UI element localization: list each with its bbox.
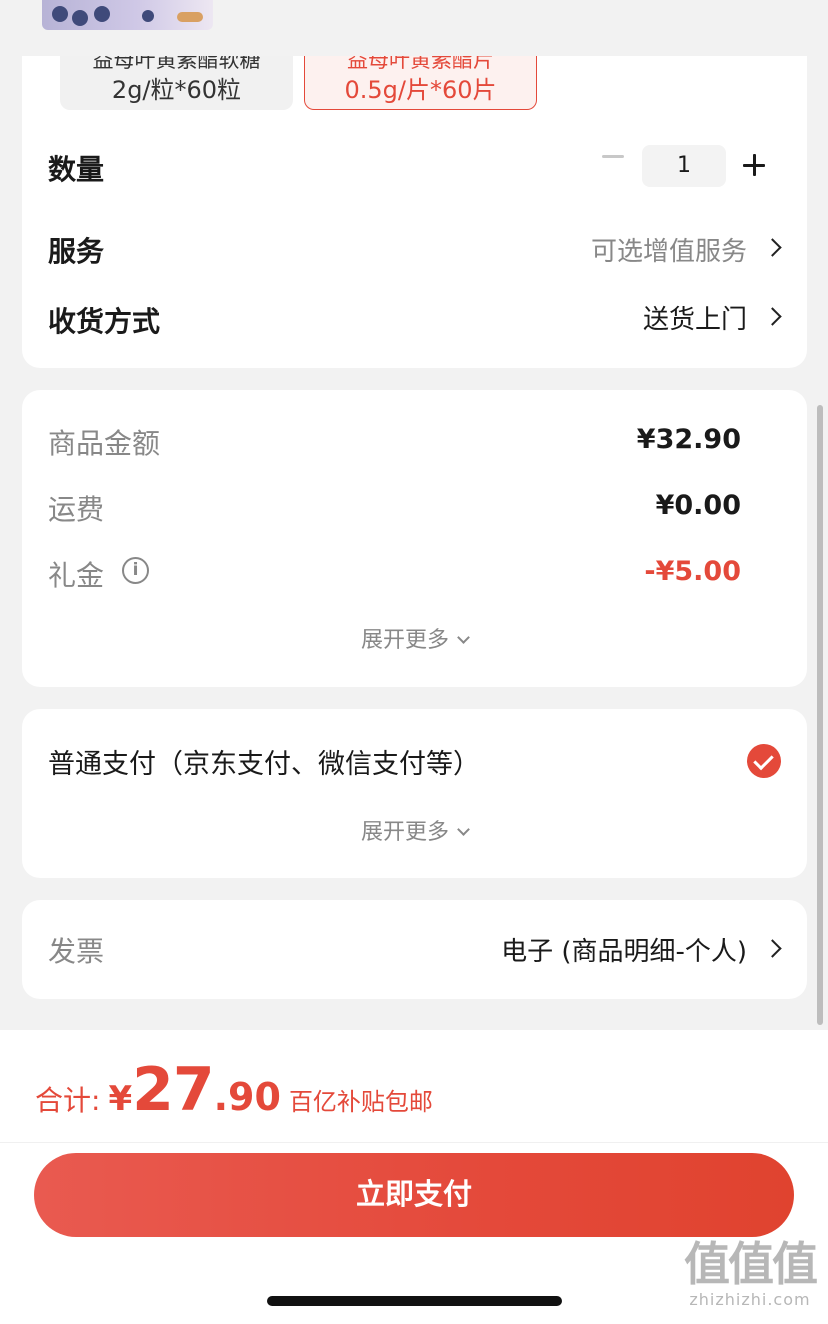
total-label: 合计: [35, 1084, 101, 1117]
payment-method-card: 普通支付（京东支付、微信支付等） 展开更多 [22, 709, 807, 878]
fee-summary-card: 商品金额 ¥32.90 运费 ¥0.00 礼金 i -¥5.00 展开更多 [22, 390, 807, 687]
spec-option-softgel[interactable]: 益母叶黄素酯软糖 2g/粒*60粒 [60, 56, 293, 110]
chevron-right-icon [763, 307, 782, 326]
delivery-label: 收货方式 [48, 305, 161, 338]
checkmark-selected-icon[interactable] [747, 744, 781, 778]
blueberry-graphic [52, 6, 68, 22]
goods-amount-label: 商品金额 [48, 427, 161, 460]
product-thumbnail[interactable] [42, 0, 213, 30]
blueberry-graphic [94, 6, 110, 22]
service-value: 可选增值服务 [590, 237, 747, 267]
chevron-down-icon [457, 823, 470, 836]
total-decimal: .90 [213, 1075, 281, 1119]
gift-money-label: 礼金 [48, 559, 105, 592]
info-icon[interactable]: i [122, 557, 149, 584]
service-label: 服务 [48, 235, 105, 268]
watermark-logo: 值值值 [684, 1237, 818, 1291]
order-total: 合计: ¥27.90 百亿补贴包邮 [35, 1055, 433, 1125]
spec-size: 0.5g/片*60片 [344, 76, 497, 104]
blueberry-graphic [72, 10, 88, 26]
increase-quantity-button[interactable] [743, 154, 765, 176]
expand-more-label: 展开更多 [360, 820, 449, 845]
chevron-right-icon [763, 238, 782, 257]
watermark-url: zhizhizhi.com [689, 1290, 811, 1309]
gift-money-value: -¥5.00 [644, 556, 741, 587]
currency-symbol: ¥ [108, 1079, 133, 1119]
decrease-quantity-button[interactable] [602, 155, 624, 158]
shipping-value: ¥0.00 [655, 490, 741, 521]
blueberry-graphic [142, 10, 154, 22]
invoice-card[interactable]: 发票 电子 (商品明细-个人) [22, 900, 807, 999]
home-indicator[interactable] [267, 1296, 562, 1306]
divider [0, 1142, 828, 1143]
scrollbar[interactable] [817, 405, 823, 1025]
subsidy-note: 百亿补贴包邮 [288, 1088, 433, 1116]
expand-more-fees[interactable]: 展开更多 [22, 622, 807, 654]
chevron-right-icon [763, 939, 782, 958]
order-options-card: 益母叶黄素酯软糖 2g/粒*60粒 益母叶黄素酯片 0.5g/片*60片 数量 … [22, 56, 807, 368]
goods-amount-value: ¥32.90 [636, 424, 741, 455]
watermark: 值值值 zhizhizhi.com [675, 1238, 825, 1309]
invoice-value: 电子 (商品明细-个人) [501, 937, 747, 967]
pay-now-button[interactable]: 立即支付 [34, 1153, 794, 1237]
quantity-label: 数量 [48, 153, 105, 186]
spec-option-tablet[interactable]: 益母叶黄素酯片 0.5g/片*60片 [304, 56, 537, 110]
nut-graphic [177, 12, 203, 22]
top-strip [0, 0, 828, 56]
delivery-value: 送货上门 [642, 305, 747, 335]
invoice-label: 发票 [48, 935, 105, 968]
expand-more-payment[interactable]: 展开更多 [22, 814, 807, 846]
expand-more-label: 展开更多 [360, 628, 449, 653]
spec-size: 2g/粒*60粒 [111, 76, 242, 104]
total-integer: 27 [132, 1055, 214, 1125]
shipping-label: 运费 [48, 493, 105, 526]
payment-method-label: 普通支付（京东支付、微信支付等） [48, 749, 480, 780]
chevron-down-icon [457, 631, 470, 644]
quantity-input[interactable]: 1 [642, 145, 726, 187]
